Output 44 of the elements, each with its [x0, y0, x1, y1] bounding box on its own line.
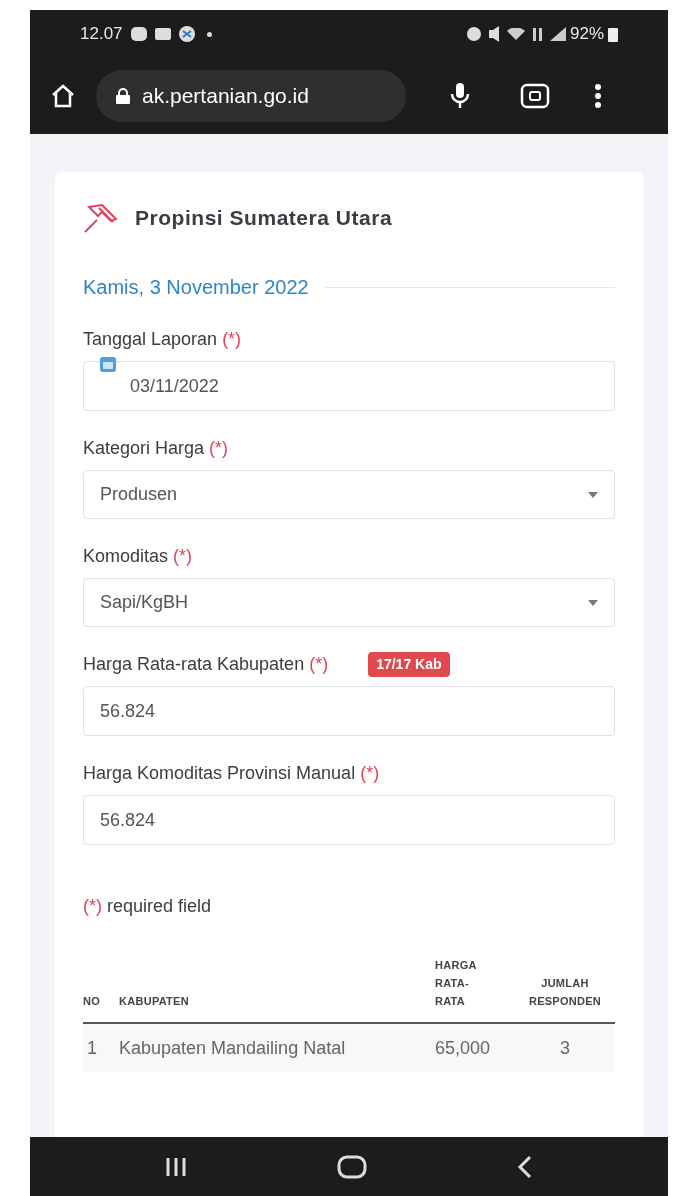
url-text: ak.pertanian.go.id [142, 83, 309, 110]
app-notification-icon [178, 26, 195, 42]
table-cell: 1 [83, 1023, 119, 1072]
table-cell: 65,000 [435, 1023, 515, 1072]
status-time: 12.07 [80, 23, 123, 46]
column-header: KABUPATEN [119, 956, 435, 1023]
dot-icon [206, 31, 212, 37]
battery-icon [608, 26, 618, 42]
back-icon[interactable] [517, 1154, 533, 1179]
field-label: Harga Komoditas Provinsi Manual (*) [83, 762, 380, 785]
battery-percent: 92% [569, 23, 604, 46]
field-label: Harga Rata-rata Kabupaten (*) [83, 653, 329, 676]
field-label: Kategori Harga (*) [83, 437, 229, 460]
card-title: Propinsi Sumatera Utara [135, 205, 393, 232]
count-badge: 17/17 Kab [368, 652, 450, 677]
select-field[interactable]: Produsen [83, 470, 615, 519]
pushpin-icon [83, 202, 119, 234]
select-field[interactable]: Sapi/KgBH [83, 578, 615, 627]
lock-icon [116, 88, 130, 104]
input-field[interactable]: 56.824 [83, 686, 615, 736]
wifi-icon [506, 28, 525, 40]
column-header: NO [83, 956, 119, 1023]
signal-icon [549, 27, 566, 41]
home-icon[interactable] [50, 84, 76, 108]
table-cell: 3 [515, 1023, 615, 1072]
dropdown-caret-icon [588, 491, 598, 498]
more-options-icon[interactable] [594, 83, 602, 109]
microphone-icon[interactable] [450, 82, 470, 110]
field-label: Komoditas (*) [83, 545, 193, 568]
dropdown-caret-icon [588, 599, 598, 606]
home-button-icon[interactable] [337, 1154, 367, 1179]
input-field[interactable]: 56.824 [83, 795, 615, 845]
mute-icon [488, 26, 499, 42]
address-bar[interactable]: ak.pertanian.go.id [96, 70, 406, 122]
calendar-icon [99, 355, 117, 373]
field-label: Tanggal Laporan (*) [83, 328, 242, 351]
date-heading: Kamis, 3 November 2022 [83, 275, 309, 300]
tabs-icon[interactable] [520, 83, 550, 109]
column-header: HARGA RATA-RATA [435, 956, 515, 1023]
column-header: JUMLAH RESPONDEN [515, 956, 615, 1023]
recent-apps-icon[interactable] [165, 1155, 187, 1178]
table-cell: Kabupaten Mandailing Natal [119, 1023, 435, 1072]
date-field[interactable]: 03/11/2022 [83, 361, 615, 411]
required-note: (*) required field [83, 895, 213, 918]
